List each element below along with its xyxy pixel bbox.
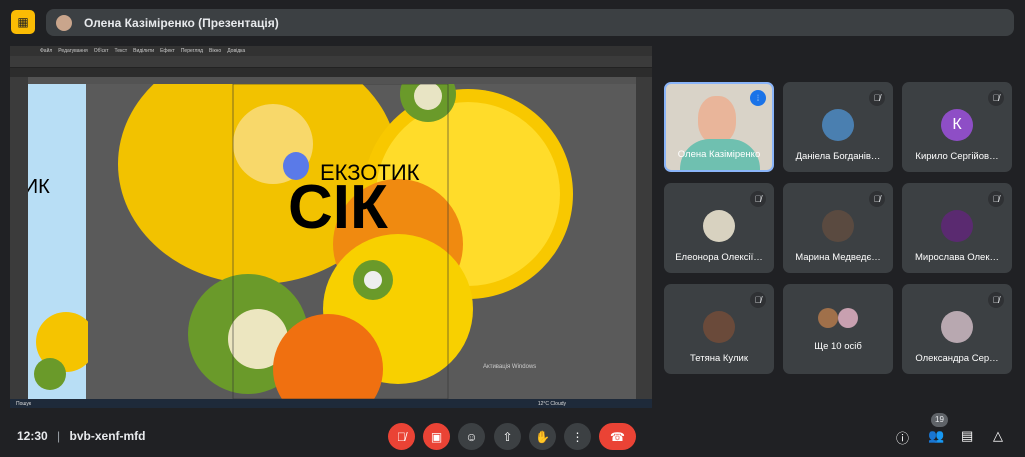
menu-item: Редагування xyxy=(58,48,88,54)
avatar xyxy=(941,311,973,343)
mic-off-icon: 🎙̸ xyxy=(869,191,885,207)
participant-name: Даніела Богданів… xyxy=(795,151,881,162)
meeting-code: bvb-xenf-mfd xyxy=(69,429,146,443)
avatar xyxy=(818,308,838,328)
avatar xyxy=(703,311,735,343)
people-icon[interactable]: 👥 xyxy=(928,428,944,444)
menu-item: Перегляд xyxy=(180,48,204,54)
mic-off-icon: 🎙̸ xyxy=(988,90,1004,106)
weather: 12°C Cloudy xyxy=(537,400,566,407)
avatar xyxy=(703,210,735,242)
artboard: ЕКЗОТИК СІК ОТИК Активація Windows xyxy=(28,84,636,399)
speaking-icon: ⦙ xyxy=(750,90,766,106)
mic-off-icon: 🎙̸ xyxy=(869,90,885,106)
tools-panel xyxy=(10,77,28,399)
meeting-info: 12:30 | bvb-xenf-mfd xyxy=(17,429,146,443)
activation-watermark: Активація Windows xyxy=(483,364,537,370)
participant-name: Елеонора Олексії… xyxy=(675,252,763,263)
menu-item: Текст xyxy=(114,48,128,54)
more-participants-tile[interactable]: Ще 10 осіб xyxy=(783,284,893,374)
participant-name: Тетяна Кулик xyxy=(690,353,748,364)
participant-name: Олена Казіміренко xyxy=(677,149,761,160)
present-off-icon[interactable]: ▦ xyxy=(11,10,35,34)
avatar xyxy=(838,308,858,328)
leave-call-button[interactable]: ☎ xyxy=(599,423,636,450)
raise-hand-button[interactable]: ✋ xyxy=(529,423,556,450)
participant-tile[interactable]: 🎙̸ Тетяна Кулик xyxy=(664,284,774,374)
info-icon[interactable]: ⓘ xyxy=(896,428,909,447)
mic-off-icon: 🎙̸ xyxy=(988,191,1004,207)
presentation-title: Олена Казіміренко (Презентація) xyxy=(84,15,279,30)
illustrator-menu: Файл Редагування Об'єкт Текст Виділити Е… xyxy=(10,46,652,56)
participant-name: Мирослава Олек… xyxy=(915,252,999,263)
windows-taskbar: Пошук 12°C Cloudy xyxy=(10,399,652,408)
more-options-button[interactable]: ⋮ xyxy=(564,423,591,450)
participant-name: Марина Медведє… xyxy=(795,252,881,263)
participant-name: Олександра Сер… xyxy=(915,353,999,364)
side-panel xyxy=(636,77,652,399)
shared-screen: Файл Редагування Об'єкт Текст Виділити Е… xyxy=(10,46,652,408)
participant-tile[interactable]: 🎙̸ Мирослава Олек… xyxy=(902,183,1012,273)
participant-tile[interactable]: 🎙̸ Олександра Сер… xyxy=(902,284,1012,374)
mic-off-button[interactable]: 🎙̸ xyxy=(388,423,415,450)
participant-tile[interactable]: 🎙̸ К Кирило Сергійов… xyxy=(902,82,1012,172)
participant-tile[interactable]: 🎙̸ Елеонора Олексії… xyxy=(664,183,774,273)
artwork-title-big: СІК xyxy=(288,173,388,242)
mic-off-icon: 🎙̸ xyxy=(988,292,1004,308)
mic-off-icon: 🎙̸ xyxy=(750,191,766,207)
presentation-bar: Олена Казіміренко (Презентація) xyxy=(46,9,1014,36)
camera-off-button[interactable]: ▣ xyxy=(423,423,450,450)
menu-item: Ефект xyxy=(160,48,175,54)
avatar xyxy=(941,210,973,242)
menu-item: Файл xyxy=(40,48,53,54)
clock: 12:30 xyxy=(17,429,48,443)
avatar xyxy=(56,14,72,31)
avatar: К xyxy=(941,109,973,141)
participant-tile[interactable]: ⦙ Олена Казіміренко xyxy=(664,82,774,172)
chat-icon[interactable]: ▤ xyxy=(961,428,973,444)
menu-item: Довідка xyxy=(227,48,246,54)
participant-tile[interactable]: 🎙̸ Марина Медведє… xyxy=(783,183,893,273)
participant-count-badge: 19 xyxy=(931,413,948,427)
participant-tile[interactable]: 🎙̸ Даніела Богданів… xyxy=(783,82,893,172)
menu-item: Виділити xyxy=(133,48,155,54)
control-bar xyxy=(10,56,652,68)
emoji-button[interactable]: ☺ xyxy=(458,423,485,450)
participant-name: Кирило Сергійов… xyxy=(915,151,999,162)
present-button[interactable]: ⇧ xyxy=(494,423,521,450)
video-feed xyxy=(698,96,736,144)
document-tabs xyxy=(10,68,652,77)
mic-off-icon: 🎙̸ xyxy=(750,292,766,308)
activities-icon[interactable]: △ xyxy=(993,428,1003,444)
avatar xyxy=(822,109,854,141)
menu-item: Об'єкт xyxy=(93,48,109,54)
menu-item: Вікно xyxy=(209,48,222,54)
taskbar-search: Пошук xyxy=(16,400,32,407)
more-participants-label: Ще 10 осіб xyxy=(814,341,862,352)
avatar xyxy=(822,210,854,242)
